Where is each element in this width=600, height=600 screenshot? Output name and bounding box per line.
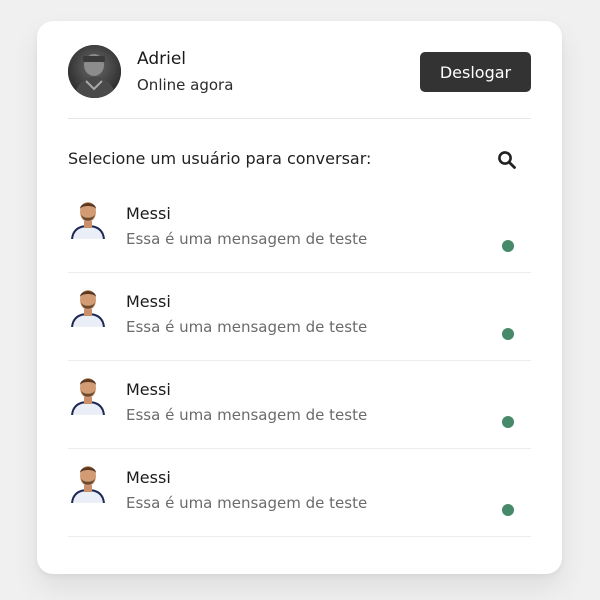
contact-item[interactable]: Messi Essa é uma mensagem de teste bbox=[68, 449, 531, 537]
header-divider bbox=[68, 118, 531, 119]
search-icon[interactable] bbox=[495, 148, 519, 172]
contact-avatar bbox=[68, 285, 108, 328]
contact-name: Messi bbox=[126, 292, 171, 311]
contact-last-message: Essa é uma mensagem de teste bbox=[126, 406, 368, 424]
contact-avatar bbox=[68, 373, 108, 416]
search-row: Selecione um usuário para conversar: bbox=[68, 146, 531, 174]
user-name: Adriel bbox=[137, 49, 187, 69]
contact-item[interactable]: Messi Essa é uma mensagem de teste bbox=[68, 273, 531, 361]
contact-last-message: Essa é uma mensagem de teste bbox=[126, 318, 368, 336]
online-status-dot bbox=[502, 504, 514, 516]
online-status-dot bbox=[502, 328, 514, 340]
contact-name: Messi bbox=[126, 204, 171, 223]
chat-users-card: Adriel Online agora Deslogar Selecione u… bbox=[37, 21, 562, 574]
contact-avatar bbox=[68, 461, 108, 504]
contact-avatar bbox=[68, 197, 108, 240]
user-avatar bbox=[68, 45, 121, 98]
contact-name: Messi bbox=[126, 380, 171, 399]
contact-last-message: Essa é uma mensagem de teste bbox=[126, 230, 368, 248]
contact-list: Messi Essa é uma mensagem de teste Messi… bbox=[68, 185, 531, 537]
online-status-dot bbox=[502, 416, 514, 428]
user-header: Adriel Online agora Deslogar bbox=[68, 45, 531, 98]
search-prompt: Selecione um usuário para conversar: bbox=[68, 149, 372, 168]
user-avatar-image bbox=[68, 45, 121, 98]
contact-name: Messi bbox=[126, 468, 171, 487]
user-status: Online agora bbox=[137, 76, 234, 94]
logout-button[interactable]: Deslogar bbox=[420, 52, 531, 92]
contact-last-message: Essa é uma mensagem de teste bbox=[126, 494, 368, 512]
contact-item[interactable]: Messi Essa é uma mensagem de teste bbox=[68, 185, 531, 273]
contact-item[interactable]: Messi Essa é uma mensagem de teste bbox=[68, 361, 531, 449]
online-status-dot bbox=[502, 240, 514, 252]
